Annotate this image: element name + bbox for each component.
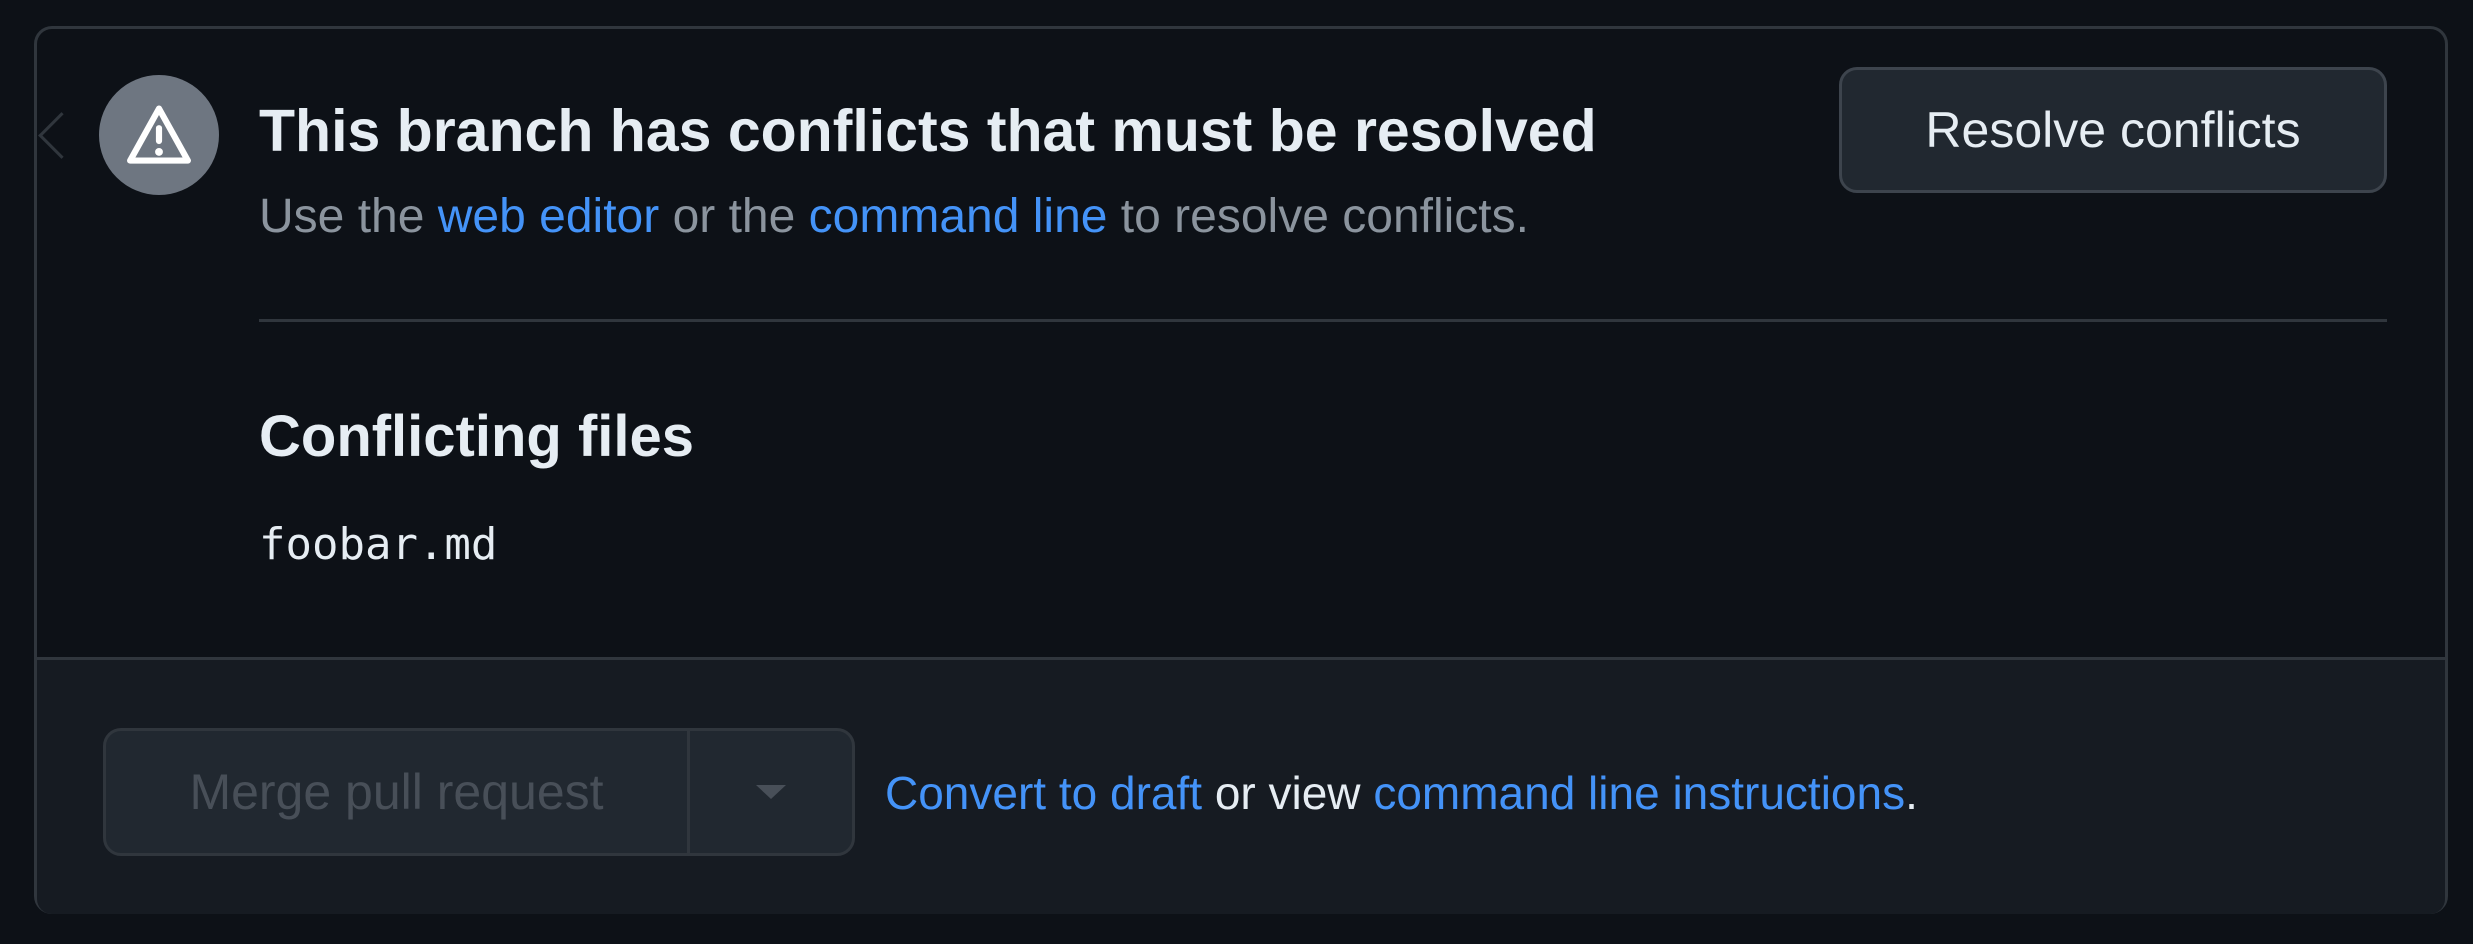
alert-badge	[99, 75, 219, 195]
merge-footer: Merge pull request Convert to draft or v…	[37, 657, 2445, 914]
conflicting-files-heading: Conflicting files	[259, 404, 694, 469]
section-divider	[259, 319, 2387, 322]
alert-triangle-icon	[127, 105, 191, 164]
triangle-down-icon	[756, 785, 786, 799]
web-editor-link[interactable]: web editor	[438, 190, 659, 243]
merge-pull-request-button[interactable]: Merge pull request	[106, 731, 690, 853]
command-line-instructions-link[interactable]: command line instructions	[1373, 767, 1905, 819]
description-suffix: to resolve conflicts.	[1107, 190, 1529, 243]
trailing-period: .	[1905, 767, 1918, 819]
conflicting-files-list: foobar.md	[259, 519, 497, 570]
description-middle: or the	[659, 190, 809, 243]
timeline-pointer	[38, 112, 85, 159]
convert-to-draft-link[interactable]: Convert to draft	[885, 767, 1202, 819]
footer-actions-text: Convert to draft or view command line in…	[885, 766, 1918, 820]
merge-status-panel: This branch has conflicts that must be r…	[34, 26, 2448, 914]
conflicting-file-item: foobar.md	[259, 519, 498, 570]
conflict-title: This branch has conflicts that must be r…	[259, 98, 1597, 164]
description-prefix: Use the	[259, 190, 438, 243]
merge-method-dropdown-button[interactable]	[690, 731, 852, 853]
merge-button-group: Merge pull request	[103, 728, 855, 856]
or-view-text: or view	[1202, 767, 1374, 819]
conflict-description: Use the web editor or the command line t…	[259, 189, 1529, 244]
command-line-link[interactable]: command line	[809, 190, 1108, 243]
resolve-conflicts-button[interactable]: Resolve conflicts	[1839, 67, 2387, 193]
